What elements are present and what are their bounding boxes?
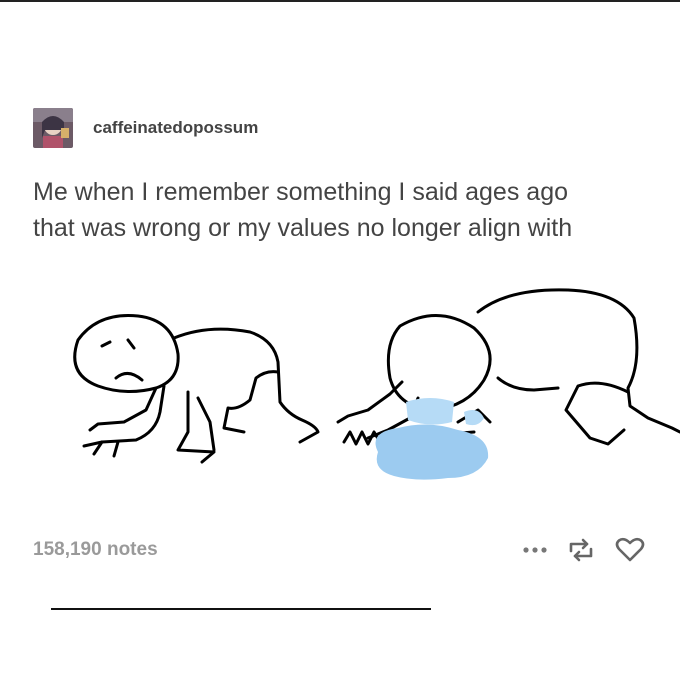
avatar[interactable] [33,108,73,148]
bottom-divider [51,608,431,610]
vomiting-figure-drawing [336,288,680,446]
post-caption: Me when I remember something I said ages… [33,174,653,246]
caption-line-2: that was wrong or my values no longer al… [33,214,573,242]
sad-figure-drawing [73,314,320,464]
post-image [38,282,680,512]
post-actions [523,537,645,563]
caption-line-1: Me when I remember something I said ages… [33,178,568,206]
notes-count[interactable]: 158,190 notes [33,539,158,561]
ellipsis-icon [523,547,547,553]
vomit-puddle [375,398,489,480]
top-border [0,0,680,2]
heart-icon [615,537,645,562]
like-button[interactable] [615,537,645,563]
username[interactable]: caffeinatedopossum [93,118,258,138]
reblog-icon [569,538,593,562]
more-button[interactable] [523,546,547,554]
post-header: caffeinatedopossum [33,108,258,148]
reblog-button[interactable] [567,537,595,563]
